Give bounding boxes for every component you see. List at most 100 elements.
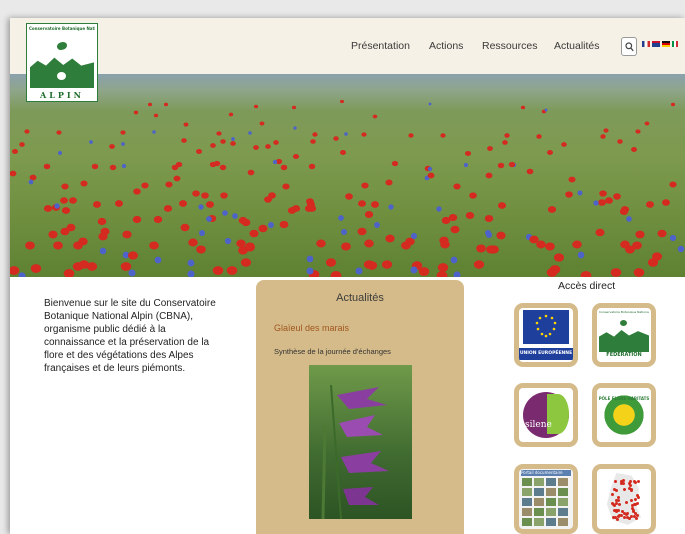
top-navigation-bar: Présentation Actions Ressources Actualit…	[10, 18, 685, 74]
tile-ue-label: UNION EUROPÉENNE	[519, 348, 573, 360]
cbna-logo[interactable]: Conservatoire Botanique National ALPIN	[26, 23, 98, 102]
cornflower-icon	[338, 214, 344, 221]
direct-access-heading: Accès direct	[558, 280, 616, 292]
poppy-icon	[279, 220, 289, 228]
poppy-icon	[220, 165, 227, 171]
browser-page: Présentation Actions Ressources Actualit…	[10, 18, 685, 534]
poppy-icon	[437, 263, 449, 273]
map-dots	[605, 473, 643, 525]
nav-ressources[interactable]: Ressources	[482, 40, 537, 52]
thumbnail	[546, 478, 556, 486]
poppy-icon	[165, 181, 174, 188]
tile-map[interactable]	[592, 464, 656, 534]
poppy-icon	[635, 129, 641, 134]
poppy-icon	[489, 245, 500, 254]
poppy-icon	[565, 191, 573, 198]
poppy-icon	[44, 163, 51, 170]
poppy-icon	[253, 105, 258, 109]
poppy-icon	[449, 213, 458, 221]
poppy-icon	[63, 268, 75, 277]
poppy-icon	[273, 139, 280, 145]
poppy-icon	[178, 200, 187, 208]
flag-en-icon[interactable]	[652, 41, 660, 47]
poppy-icon	[10, 171, 17, 177]
poppy-icon	[133, 188, 141, 195]
poppy-icon	[229, 141, 236, 146]
poppy-icon	[468, 192, 477, 199]
poppy-icon	[547, 206, 557, 214]
nav-actualites[interactable]: Actualités	[554, 40, 600, 52]
cornflower-icon	[121, 142, 125, 147]
cornflower-icon	[198, 204, 204, 210]
tile-union-europeenne[interactable]: UNION EUROPÉENNE	[514, 303, 578, 367]
poppy-icon	[381, 259, 393, 269]
cornflower-icon	[232, 212, 238, 219]
thumbnail	[534, 478, 544, 486]
poppy-icon	[361, 182, 369, 189]
gladiolus-photo[interactable]	[309, 365, 412, 519]
poppy-icon	[60, 196, 68, 204]
poppy-icon	[201, 192, 209, 199]
map-dot	[622, 488, 626, 492]
tile-federation[interactable]: Conservatoire Botanique National FÉDÉRAT…	[592, 303, 656, 367]
flag-it-icon[interactable]	[672, 41, 678, 47]
news-item-subtitle: Synthèse de la journée d'échanges	[274, 347, 391, 356]
tile-portail-documentaire[interactable]: Portail documentaire	[514, 464, 578, 534]
poppy-icon	[128, 250, 139, 260]
poppy-icon	[366, 260, 377, 270]
poppy-icon	[600, 134, 606, 139]
map-dot	[634, 497, 638, 501]
poppy-icon	[645, 201, 654, 208]
map-dot	[632, 508, 636, 512]
cornflower-icon	[28, 179, 33, 185]
poppy-icon	[345, 192, 353, 200]
poppy-icon	[80, 180, 88, 187]
poppy-icon	[220, 192, 228, 199]
flag-de-icon[interactable]	[662, 41, 670, 47]
map-dot	[612, 487, 616, 491]
poppy-icon	[465, 212, 474, 220]
poppy-icon	[669, 181, 677, 188]
tile-silene[interactable]: silene	[514, 383, 578, 447]
news-item-title[interactable]: Glaïeul des marais	[274, 323, 349, 333]
cornflower-icon	[224, 237, 232, 244]
poppy-icon	[219, 138, 226, 144]
poppy-icon	[440, 133, 446, 138]
cornflower-icon	[128, 269, 136, 277]
cornflower-icon	[187, 270, 195, 277]
poppy-icon	[385, 234, 395, 243]
flag-fr-icon[interactable]	[642, 41, 650, 47]
tile-silene-label: silene	[525, 420, 552, 430]
poppy-icon	[61, 207, 71, 215]
poppy-icon	[249, 230, 259, 238]
cornflower-icon	[436, 206, 442, 212]
poppy-icon	[595, 228, 605, 237]
cornflower-icon	[484, 229, 491, 236]
intro-text: Bienvenue sur le site du Conservatoire B…	[44, 298, 216, 374]
thumbnail	[546, 518, 556, 526]
poppy-icon	[61, 183, 69, 191]
tile-federation-label: FÉDÉRATION	[606, 352, 642, 358]
news-heading: Actualités	[336, 292, 384, 304]
cornflower-icon	[410, 232, 417, 239]
cornflower-icon	[306, 255, 314, 263]
poppy-icon	[120, 130, 126, 135]
poppy-icon	[72, 241, 83, 250]
poppy-icon	[357, 228, 367, 236]
cornflower-icon	[625, 216, 632, 222]
poppy-icon	[176, 162, 183, 168]
poppy-icon	[370, 201, 379, 209]
cornflower-icon	[340, 228, 347, 235]
cornflower-icon	[17, 272, 26, 277]
tile-pole-flore[interactable]: PÔLE FLORE HABITATS	[592, 383, 656, 447]
thumbnail	[546, 498, 556, 506]
leaf-icon	[620, 320, 627, 326]
cornflower-icon	[463, 162, 468, 167]
poppy-icon	[332, 136, 339, 141]
nav-actions[interactable]: Actions	[429, 40, 463, 52]
search-button[interactable]	[621, 37, 637, 56]
poppy-icon	[312, 132, 318, 137]
map-dot	[617, 502, 621, 506]
nav-presentation[interactable]: Présentation	[351, 40, 410, 52]
cornflower-icon	[344, 132, 348, 136]
